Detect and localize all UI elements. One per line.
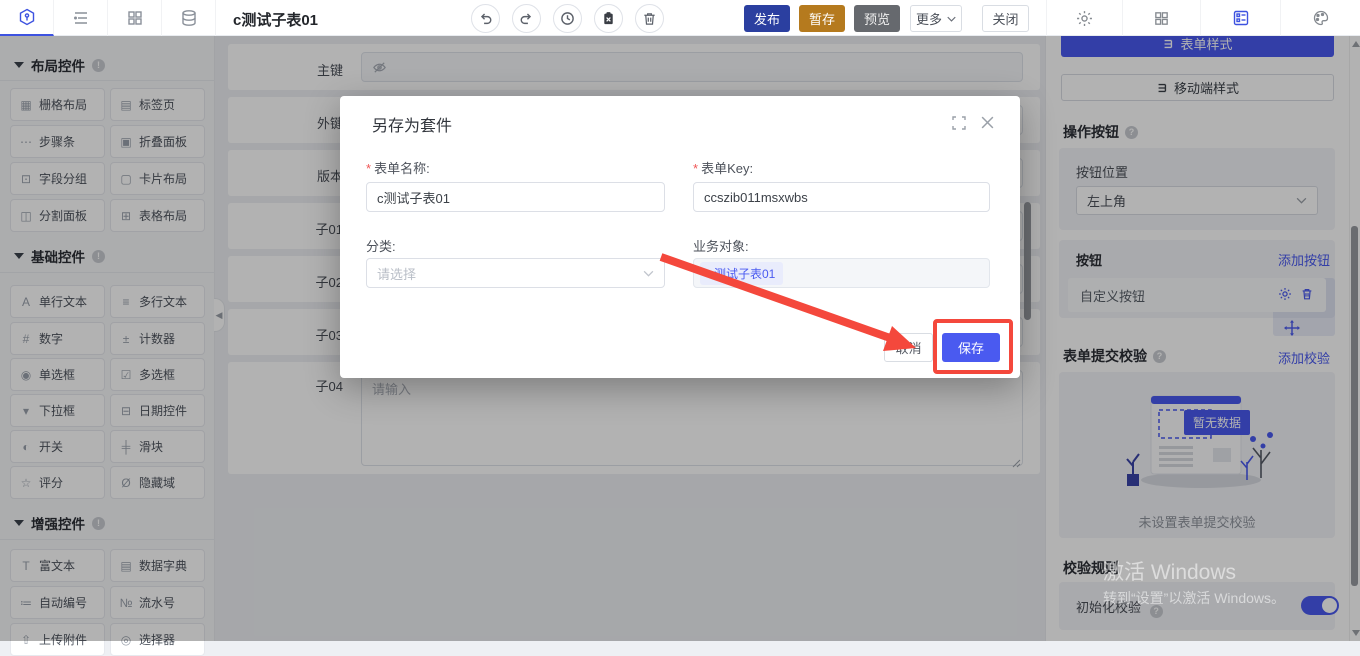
apps-grid-icon [1153, 10, 1170, 27]
chevron-down-icon [947, 16, 956, 22]
nav-tab-widgets[interactable] [108, 0, 162, 36]
clear-icon [601, 11, 616, 26]
business-object-tag: c测试子表01 [700, 262, 783, 285]
required-mark: * [693, 161, 698, 176]
delete-button[interactable] [635, 4, 664, 33]
category-label: 分类: [366, 236, 396, 255]
undo-icon [478, 11, 493, 26]
publish-button[interactable]: 发布 [744, 5, 790, 32]
preview-button[interactable]: 预览 [854, 5, 900, 32]
dialog-title: 另存为套件 [372, 112, 452, 136]
form-name-input[interactable] [366, 182, 665, 212]
undo-button[interactable] [471, 4, 500, 33]
chevron-down-icon [643, 270, 654, 277]
save-as-kit-dialog: 另存为套件 *表单名称: *表单Key: 分类: 业务对象: 请选择 c测试子表… [340, 96, 1020, 378]
form-key-label: *表单Key: [693, 158, 753, 177]
clear-button[interactable] [594, 4, 623, 33]
redo-button[interactable] [512, 4, 541, 33]
fullscreen-icon[interactable] [952, 116, 966, 130]
annotation-highlight-rect [933, 319, 1013, 374]
category-select[interactable]: 请选择 [366, 258, 665, 288]
settings-tab[interactable] [1046, 0, 1122, 36]
stash-button[interactable]: 暂存 [799, 5, 845, 32]
redo-icon [519, 11, 534, 26]
select-placeholder: 请选择 [377, 264, 416, 283]
more-button[interactable]: 更多 [910, 5, 962, 32]
required-mark: * [366, 161, 371, 176]
apps-tab[interactable] [1122, 0, 1200, 36]
nav-tab-designer[interactable] [0, 0, 54, 36]
widgets-icon [126, 9, 144, 27]
form-settings-icon [1232, 9, 1250, 27]
trash-icon [642, 11, 657, 26]
gear-icon [1076, 10, 1093, 27]
form-settings-tab[interactable] [1200, 0, 1280, 36]
label-text: 表单名称: [374, 161, 430, 176]
label-text: 表单Key: [701, 161, 753, 176]
more-label: 更多 [916, 9, 942, 28]
history-button[interactable] [553, 4, 582, 33]
cancel-button[interactable]: 取消 [884, 333, 933, 362]
business-object-label: 业务对象: [693, 236, 749, 255]
palette-icon [1312, 9, 1330, 27]
close-button[interactable]: 关闭 [982, 5, 1029, 32]
business-object-field: c测试子表01 [693, 258, 990, 288]
nav-tab-outline[interactable] [54, 0, 108, 36]
form-name-label: *表单名称: [366, 158, 430, 177]
history-clock-icon [560, 11, 575, 26]
logo-icon [18, 8, 36, 26]
top-toolbar: c测试子表01 发布 暂存 预览 更多 关闭 [0, 0, 1360, 36]
outline-icon [72, 9, 90, 27]
nav-tab-database[interactable] [162, 0, 216, 36]
form-key-input[interactable] [693, 182, 990, 212]
form-title: c测试子表01 [233, 9, 318, 30]
database-icon [180, 9, 198, 27]
close-icon[interactable] [980, 115, 995, 130]
theme-tab[interactable] [1280, 0, 1360, 36]
